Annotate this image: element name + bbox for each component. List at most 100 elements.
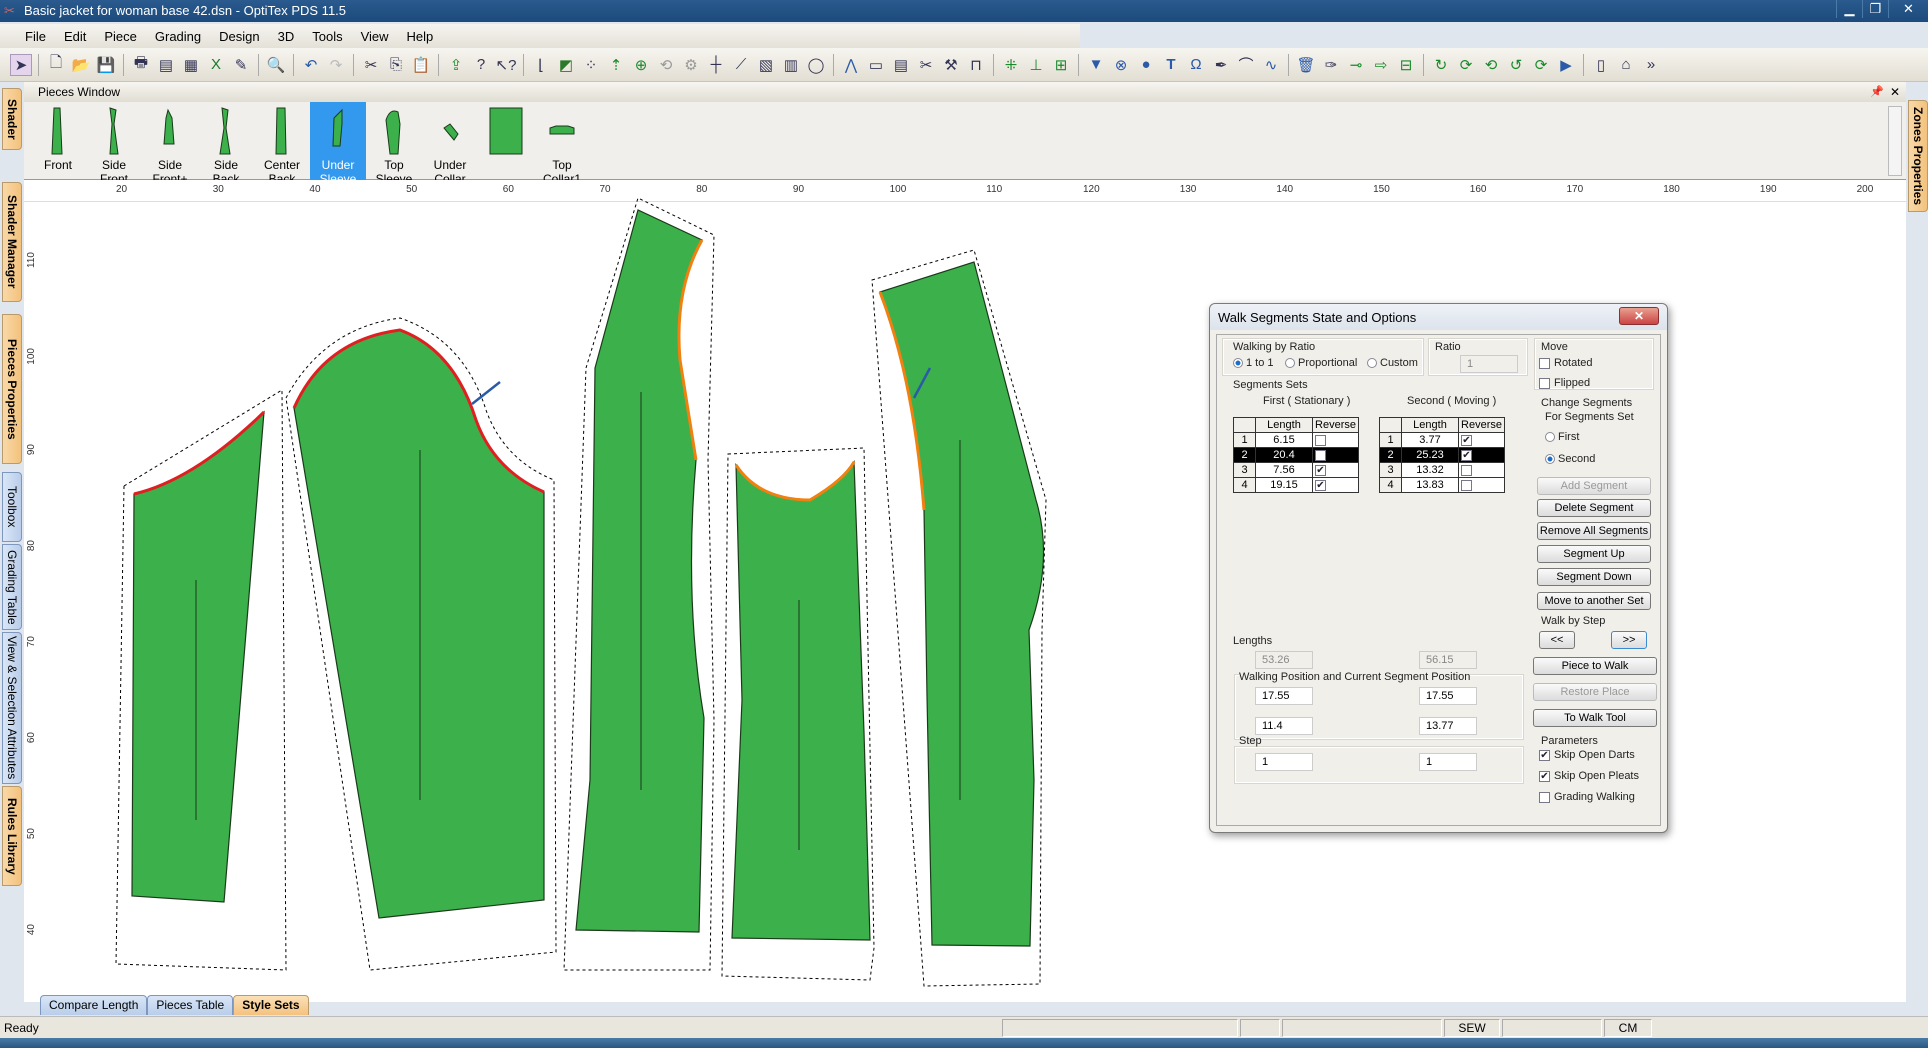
button-icon[interactable]: ● [1135,54,1157,76]
piece-thumb-9[interactable]: Top Collar1 [534,102,590,180]
tab-view-selection-attributes[interactable]: View & Selection Attributes [2,632,22,784]
rotated-checkbox[interactable]: Rotated [1539,357,1593,369]
dart-icon[interactable]: ▼ [1085,54,1107,76]
menu-file[interactable]: File [16,29,55,44]
shirt-icon[interactable]: ⊓ [965,54,987,76]
selection-icon[interactable]: ▧ [755,54,777,76]
move-piece-icon[interactable]: ⇨ [1370,54,1392,76]
segment-row[interactable]: 2 20.4 [1233,447,1359,463]
segment-up-button[interactable]: Segment Up [1537,545,1651,563]
menu-piece[interactable]: Piece [95,29,146,44]
add-point-line-icon[interactable]: ⁜ [1000,54,1022,76]
segment-row[interactable]: 2 25.23 ✔ [1379,447,1505,463]
segment-reverse-checkbox[interactable] [1458,462,1505,478]
skip-open-darts-checkbox[interactable]: ✔ Skip Open Darts [1539,749,1635,761]
tab-style-sets[interactable]: Style Sets [233,995,309,1015]
piece-thumb-2[interactable]: Side Front+ [142,102,198,180]
dialog-close-button[interactable]: ✕ [1619,307,1659,325]
menu-edit[interactable]: Edit [55,29,95,44]
piece-thumb-6[interactable]: Top Sleeve [366,102,422,180]
piece-thumb-7[interactable]: Under Collar [422,102,478,180]
tools-icon[interactable]: ✎ [230,54,252,76]
walk-icon[interactable]: ⋀ [840,54,862,76]
segment-reverse-checkbox[interactable] [1312,432,1359,448]
close-pieces-window-icon[interactable]: ✕ [1890,82,1900,102]
first-walking-position-input[interactable]: 17.55 [1255,687,1313,705]
ratio-input[interactable]: 1 [1460,355,1518,373]
plot-icon[interactable]: ▤ [155,54,177,76]
tab-grading-table[interactable]: Grading Table [2,544,22,630]
restore-place-button[interactable]: Restore Place [1533,683,1657,701]
second-segments-table[interactable]: Length Reverse 1 3.77 ✔ 2 25.23 ✔ 3 13.32 4 13.83 [1379,417,1505,493]
segment-reverse-checkbox[interactable] [1458,477,1505,493]
segment-row[interactable]: 3 7.56 ✔ [1233,462,1359,478]
add-perpendicular-icon[interactable]: ⊥ [1025,54,1047,76]
pieces-scrollbar[interactable] [1888,106,1902,176]
first-step-input[interactable]: 1 [1255,753,1313,771]
add-point-icon[interactable]: ⊕ [630,54,652,76]
add-symbol-icon[interactable]: ⊞ [1050,54,1072,76]
radio-1to1[interactable]: 1 to 1 [1233,357,1274,369]
measure-icon[interactable]: ▭ [865,54,887,76]
menu-grading[interactable]: Grading [146,29,210,44]
second-step-input[interactable]: 1 [1419,753,1477,771]
pin-icon[interactable]: 📌 [1870,82,1884,102]
tab-pieces-properties[interactable]: Pieces Properties [2,314,22,464]
marker-icon[interactable]: ┼ [705,54,727,76]
seam-icon[interactable]: ⟋ [730,54,752,76]
delete-icon[interactable]: 🗑 [1295,54,1317,76]
fill-icon[interactable]: ◩ [555,54,577,76]
excel-icon[interactable]: X [205,54,227,76]
wave-icon[interactable]: ∿ [1260,54,1282,76]
menu-help[interactable]: Help [398,29,443,44]
close-button[interactable]: ✕ [1888,0,1928,18]
selection-box-icon[interactable]: ⊟ [1395,54,1417,76]
piece-thumb-4[interactable]: Center Back [254,102,310,180]
grading-walking-checkbox[interactable]: Grading Walking [1539,791,1635,803]
segment-reverse-checkbox[interactable] [1312,447,1359,463]
flip-icon[interactable]: ⟳ [1530,54,1552,76]
undo-icon[interactable]: ↶ [300,54,322,76]
segment-reverse-checkbox[interactable]: ✔ [1312,477,1359,493]
redo-icon[interactable]: ↷ [325,54,347,76]
cut-icon[interactable]: ✂ [360,54,382,76]
piece-thumb-3[interactable]: Side Back [198,102,254,180]
paste-icon[interactable]: 📋 [410,54,432,76]
tab-compare-length[interactable]: Compare Length [40,995,148,1015]
segment-length[interactable]: 7.56 [1255,462,1313,478]
new-file-icon[interactable]: 🗋 [45,54,67,76]
menu-view[interactable]: View [352,29,398,44]
pen-tool-icon[interactable]: ✑ [1320,54,1342,76]
hammer-icon[interactable]: ⚒ [940,54,962,76]
radio-second[interactable]: Second [1545,453,1595,465]
segment-reverse-checkbox[interactable]: ✔ [1458,447,1505,463]
tab-shader[interactable]: Shader [2,88,22,150]
walk-step-prev-button[interactable]: << [1539,631,1575,649]
rotate-step-icon[interactable]: ↻ [1430,54,1452,76]
piece-thumb-0[interactable]: Front [30,102,86,180]
circle-icon[interactable]: ◯ [805,54,827,76]
more-icon[interactable]: » [1640,54,1662,76]
rotate-baseline-icon[interactable]: ↺ [1505,54,1527,76]
piece-icon[interactable]: ▥ [780,54,802,76]
zoom-icon[interactable]: 🔍 [265,54,287,76]
segment-length[interactable]: 13.32 [1401,462,1459,478]
rotate-pieces-icon[interactable]: ⟲ [655,54,677,76]
radio-custom[interactable]: Custom [1367,357,1418,369]
context-help-icon[interactable]: ↖? [495,54,517,76]
to-walk-tool-button[interactable]: To Walk Tool [1533,709,1657,727]
arc-icon[interactable]: ⌒ [1235,54,1257,76]
segment-length[interactable]: 20.4 [1255,447,1313,463]
select-arrow-icon[interactable]: ➤ [10,53,32,76]
print-icon[interactable]: 🖶 [130,54,152,76]
tab-zones-properties[interactable]: Zones Properties [1908,100,1928,212]
move-to-another-set-button[interactable]: Move to another Set [1537,592,1651,610]
curve-icon[interactable]: ⌊ [530,54,552,76]
menu-3d[interactable]: 3D [269,29,304,44]
segment-down-button[interactable]: Segment Down [1537,568,1651,586]
segment-row[interactable]: 1 3.77 ✔ [1379,432,1505,448]
second-walking-position-input[interactable]: 17.55 [1419,687,1477,705]
help-icon[interactable]: ? [470,54,492,76]
walk-step-next-button[interactable]: >> [1611,631,1647,649]
text-icon[interactable]: T [1160,54,1182,76]
